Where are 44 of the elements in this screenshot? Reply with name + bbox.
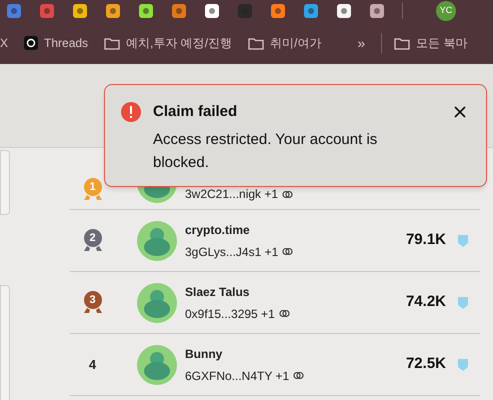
user-name: Bunny <box>185 346 224 362</box>
error-icon <box>121 102 141 122</box>
avatar <box>137 344 177 384</box>
user-name: crypto.time <box>185 222 251 238</box>
threads-icon <box>24 36 38 50</box>
wallet-address: 0x9f15...3295 +1 <box>185 306 275 322</box>
close-icon <box>454 106 466 118</box>
link-icon <box>278 308 290 319</box>
wallet-address: 3w2C21...nigk +1 <box>185 186 278 203</box>
bookmark-item[interactable]: Threads <box>24 34 88 52</box>
bookmark-item[interactable]: 모든 북마 <box>394 34 468 52</box>
score: 74.2K <box>406 292 446 312</box>
link-icon <box>282 188 294 200</box>
bookmark-item[interactable]: X <box>0 34 8 52</box>
gem-icon <box>458 234 468 246</box>
wallet-address: 6GXFNo...N4TY +1 <box>185 368 290 384</box>
toast-message: Access restricted. Your account is blocked. <box>153 130 378 172</box>
gem-icon <box>458 358 468 370</box>
extension-icon[interactable] <box>369 3 385 19</box>
score: 72.5K <box>406 354 446 374</box>
extension-icon[interactable] <box>72 3 88 19</box>
medal-rank: 1 <box>88 180 97 195</box>
avatar <box>137 220 177 260</box>
wallet-address: 3gGLys...J4s1 +1 <box>185 244 278 260</box>
extension-icon[interactable] <box>105 3 121 19</box>
gem-icon <box>458 296 468 308</box>
folder-icon <box>104 36 120 50</box>
overflow-button[interactable]: » <box>353 32 370 54</box>
medal-rank: 2 <box>88 230 97 246</box>
avatar <box>137 282 177 322</box>
bookmark-item[interactable]: 예치,투자 예정/진행 <box>104 34 232 52</box>
folder-icon <box>248 36 264 50</box>
medal-rank: 3 <box>88 292 97 308</box>
bookmark-item[interactable]: 취미/여가 <box>248 34 322 52</box>
folder-icon <box>394 36 410 50</box>
extension-icon[interactable] <box>336 3 352 19</box>
link-icon <box>293 370 304 381</box>
user-name: Slaez Talus <box>185 284 250 300</box>
score: 79.1K <box>406 230 446 250</box>
extension-icon[interactable] <box>138 3 154 19</box>
toast-title: Claim failed <box>153 102 238 122</box>
link-icon <box>282 246 294 257</box>
rank-number: 4 <box>88 356 96 374</box>
extension-icon[interactable] <box>204 3 220 19</box>
